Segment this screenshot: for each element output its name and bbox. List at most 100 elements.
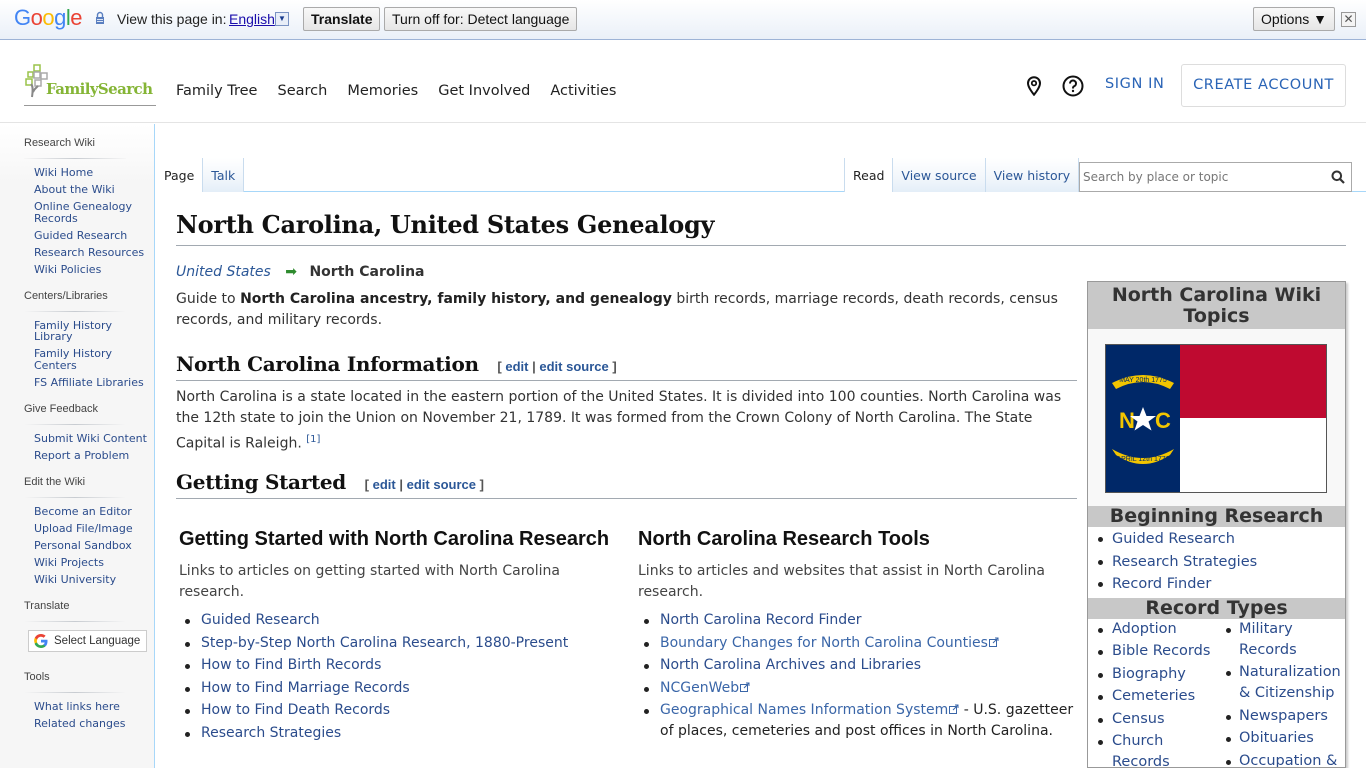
record-type-adoption[interactable]: Adoption — [1112, 621, 1177, 637]
sidebar-section-translate: Translate Select Language — [0, 597, 154, 652]
sidebar-item-wiki-university[interactable]: Wiki University — [34, 573, 116, 586]
link-death-records[interactable]: How to Find Death Records — [201, 702, 390, 718]
column-heading: North Carolina Research Tools — [638, 528, 930, 550]
edit-link[interactable]: edit — [505, 359, 528, 374]
list-item: Occupation & — [1221, 751, 1345, 768]
link-birth-records[interactable]: How to Find Birth Records — [201, 657, 381, 673]
infobox-link-record-finder[interactable]: Record Finder — [1112, 576, 1211, 592]
sidebar-item-related-changes[interactable]: Related changes — [34, 717, 126, 730]
tab-talk[interactable]: Talk — [203, 158, 245, 192]
link-ncgenweb[interactable]: NCGenWeb — [660, 680, 750, 696]
familysearch-logo[interactable]: FamilySearch — [24, 64, 156, 106]
link-guided-research[interactable]: Guided Research — [201, 612, 320, 628]
infobox-link-guided-research[interactable]: Guided Research — [1112, 531, 1235, 547]
tab-page[interactable]: Page — [156, 158, 204, 192]
help-icon[interactable] — [1062, 75, 1084, 97]
link-record-finder[interactable]: North Carolina Record Finder — [660, 612, 862, 628]
turn-off-button[interactable]: Turn off for: Detect language — [384, 7, 578, 31]
sidebar-item-wiki-projects[interactable]: Wiki Projects — [34, 556, 104, 569]
sidebar-item-wiki-policies[interactable]: Wiki Policies — [34, 263, 101, 276]
sign-in-link[interactable]: SIGN IN — [1105, 76, 1165, 92]
wiki-search-input[interactable]: Search by place or topic — [1079, 162, 1352, 192]
language-link[interactable]: English — [229, 11, 275, 27]
link-boundary-changes[interactable]: Boundary Changes for North Carolina Coun… — [660, 635, 999, 651]
edit-source-link[interactable]: edit source — [407, 477, 476, 492]
sidebar-heading: Translate — [24, 599, 70, 612]
options-button[interactable]: Options ▼ — [1253, 7, 1335, 31]
search-icon[interactable] — [1331, 170, 1345, 184]
record-type-military-records[interactable]: Military Records — [1239, 621, 1297, 658]
tab-view-history[interactable]: View history — [985, 158, 1080, 192]
sidebar-item-report-a-problem[interactable]: Report a Problem — [34, 449, 129, 462]
tab-read[interactable]: Read — [844, 158, 894, 192]
sidebar-item-family-history-centers[interactable]: Family History Centers — [34, 347, 112, 372]
list-item: Obituaries — [1221, 728, 1345, 749]
tab-view-source[interactable]: View source — [893, 158, 986, 192]
link-marriage-records[interactable]: How to Find Marriage Records — [201, 680, 410, 696]
link-step-by-step[interactable]: Step-by-Step North Carolina Research, 18… — [201, 635, 568, 651]
getting-started-links: Guided Research Step-by-Step North Carol… — [179, 610, 619, 744]
link-research-strategies[interactable]: Research Strategies — [201, 725, 341, 741]
infobox-heading-record-types: Record Types — [1088, 597, 1345, 619]
sidebar-divider — [24, 691, 126, 693]
sidebar-section-give-feedback: Give Feedback Submit Wiki Content Report… — [0, 400, 154, 462]
sidebar-item-online-genealogy-records[interactable]: Online Genealogy Records — [34, 200, 132, 225]
sidebar-item-upload-file-image[interactable]: Upload File/Image — [34, 522, 133, 535]
sidebar: Research Wiki Wiki Home About the Wiki O… — [0, 124, 155, 768]
create-account-button[interactable]: CREATE ACCOUNT — [1181, 64, 1346, 107]
location-pin-icon[interactable] — [1026, 76, 1042, 96]
edit-source-link[interactable]: edit source — [539, 359, 608, 374]
sidebar-item-personal-sandbox[interactable]: Personal Sandbox — [34, 539, 132, 552]
list-item: Geographical Names Information System - … — [638, 700, 1078, 742]
wiki-topics-infobox: North Carolina Wiki Topics MAY 20th 1775… — [1087, 281, 1346, 768]
sidebar-section-tools: Tools What links here Related changes — [0, 668, 154, 730]
record-type-census[interactable]: Census — [1112, 711, 1165, 727]
record-type-occupation[interactable]: Occupation & — [1239, 753, 1337, 768]
list-item: Church Records — [1088, 731, 1221, 767]
record-type-church-records[interactable]: Church Records — [1112, 733, 1170, 767]
research-tools-column: North Carolina Research Tools Links to a… — [638, 528, 1078, 744]
record-type-biography[interactable]: Biography — [1112, 666, 1186, 682]
sidebar-item-family-history-library[interactable]: Family History Library — [34, 319, 112, 344]
breadcrumb-parent-link[interactable]: United States — [176, 264, 271, 280]
reference-link[interactable]: [1] — [306, 434, 320, 445]
google-logo: Google — [14, 5, 83, 30]
breadcrumb: United States ➡ North Carolina — [176, 264, 424, 280]
close-icon[interactable]: ✕ — [1341, 12, 1356, 27]
lock-icon — [96, 11, 104, 24]
infobox-link-research-strategies[interactable]: Research Strategies — [1112, 554, 1257, 570]
sidebar-item-submit-wiki-content[interactable]: Submit Wiki Content — [34, 432, 147, 445]
external-link-icon — [740, 682, 750, 692]
link-archives-libraries[interactable]: North Carolina Archives and Libraries — [660, 657, 921, 673]
record-type-newspapers[interactable]: Newspapers — [1239, 708, 1328, 724]
record-type-cemeteries[interactable]: Cemeteries — [1112, 688, 1195, 704]
list-item: North Carolina Record Finder — [638, 610, 1078, 631]
nav-activities[interactable]: Activities — [550, 83, 616, 99]
nc-flag-image: MAY 20th 1775 N C APRIL 12th 1776 — [1105, 344, 1327, 493]
sidebar-item-about-the-wiki[interactable]: About the Wiki — [34, 183, 115, 196]
edit-link[interactable]: edit — [373, 477, 396, 492]
research-tools-links: North Carolina Record Finder Boundary Ch… — [638, 610, 1078, 742]
record-type-naturalization[interactable]: Naturalization & Citizenship — [1239, 664, 1341, 701]
nav-get-involved[interactable]: Get Involved — [438, 83, 530, 99]
sidebar-item-research-resources[interactable]: Research Resources — [34, 246, 144, 259]
record-types-list: Adoption Bible Records Biography Cemeter… — [1088, 618, 1345, 768]
sidebar-heading: Centers/Libraries — [24, 289, 108, 302]
link-gnis[interactable]: Geographical Names Information System — [660, 702, 959, 718]
translate-button[interactable]: Translate — [303, 7, 381, 31]
sidebar-item-what-links-here[interactable]: What links here — [34, 700, 120, 713]
sidebar-item-fs-affiliate-libraries[interactable]: FS Affiliate Libraries — [34, 376, 144, 389]
record-type-bible-records[interactable]: Bible Records — [1112, 643, 1210, 659]
language-dropdown-icon[interactable]: ▼ — [275, 12, 289, 26]
nav-search[interactable]: Search — [277, 83, 327, 99]
sidebar-item-guided-research[interactable]: Guided Research — [34, 229, 127, 242]
nav-family-tree[interactable]: Family Tree — [176, 83, 257, 99]
sidebar-item-wiki-home[interactable]: Wiki Home — [34, 166, 93, 179]
select-language-dropdown[interactable]: Select Language — [28, 629, 147, 652]
sidebar-heading: Tools — [24, 670, 50, 683]
sidebar-item-become-an-editor[interactable]: Become an Editor — [34, 505, 132, 518]
nav-memories[interactable]: Memories — [347, 83, 418, 99]
google-g-icon — [34, 633, 48, 648]
logo-wordmark: FamilySearch — [46, 80, 153, 98]
record-type-obituaries[interactable]: Obituaries — [1239, 730, 1314, 746]
